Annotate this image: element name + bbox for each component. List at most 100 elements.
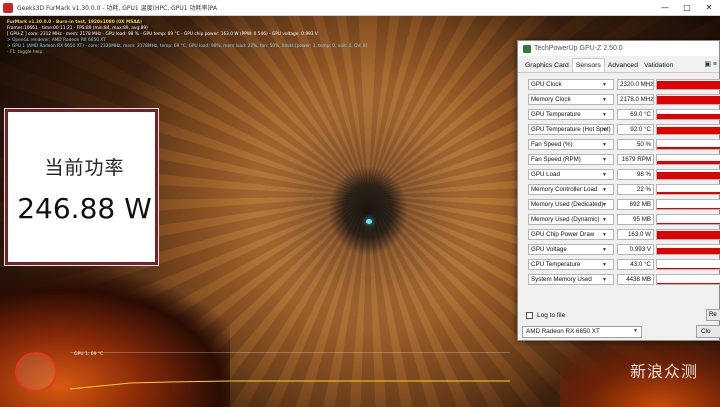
log-to-file-label: Log to file xyxy=(537,312,566,319)
sensor-graph-fill xyxy=(657,231,720,239)
sensor-row: GPU Temperature (Hot Spot) ▼ 92.0 °C xyxy=(522,122,720,137)
sensor-graph xyxy=(656,94,720,105)
chevron-down-icon[interactable]: ▼ xyxy=(602,172,607,178)
sensor-value: 98 % xyxy=(617,169,654,180)
power-overlay: 当前功率 246.88 W xyxy=(4,108,159,266)
chevron-down-icon[interactable]: ▼ xyxy=(602,157,607,163)
device-select[interactable]: AMD Radeon RX 6650 XT ▼ xyxy=(522,326,642,338)
sensor-value: 2178.0 MHz xyxy=(617,94,654,105)
tab-graphics-card[interactable]: Graphics Card xyxy=(522,59,572,72)
sensor-value: 95 MB xyxy=(617,214,654,225)
sensor-row: GPU Temperature ▼ 69.0 °C xyxy=(522,107,720,122)
sensor-row: Memory Controller Load ▼ 22 % xyxy=(522,182,720,197)
log-to-file-option[interactable]: Log to file xyxy=(526,312,565,319)
sensor-graph xyxy=(656,79,720,90)
tab-validation[interactable]: Validation xyxy=(641,59,676,72)
device-select-value: AMD Radeon RX 6650 XT xyxy=(526,328,600,335)
sensor-graph-fill xyxy=(657,171,720,179)
sensor-row: CPU Temperature ▼ 43.0 °C xyxy=(522,257,720,272)
sensor-graph-fill xyxy=(657,223,720,224)
sensor-value: 163.0 W xyxy=(617,229,654,240)
gpuz-window: TechPowerUp GPU-Z 2.50.0 Graphics Card S… xyxy=(517,40,720,341)
chevron-down-icon[interactable]: ▼ xyxy=(602,127,607,133)
power-value: 246.88 W xyxy=(17,192,152,225)
sensor-value: 22 % xyxy=(617,184,654,195)
sensor-value: 92.0 °C xyxy=(617,124,654,135)
chevron-down-icon[interactable]: ▼ xyxy=(602,202,607,208)
watermark: 新浪众测 xyxy=(630,362,699,381)
maximize-icon[interactable]: □ xyxy=(676,0,698,16)
sensor-graph-fill xyxy=(657,96,720,104)
sensor-value: 50 % xyxy=(617,139,654,150)
chevron-down-icon[interactable]: ▼ xyxy=(602,112,607,118)
sensor-value: 0.993 V xyxy=(617,244,654,255)
sensor-graph-fill xyxy=(657,114,720,119)
sensor-row: GPU Chip Power Draw ▼ 163.0 W xyxy=(522,227,720,242)
temperature-graph-svg xyxy=(70,380,510,390)
tab-sensors[interactable]: Sensors xyxy=(571,58,605,72)
sensor-graph-fill xyxy=(657,282,720,284)
sensor-row: Fan Speed (RPM) ▼ 1679 RPM xyxy=(522,152,720,167)
sensor-value: 1679 RPM xyxy=(617,154,654,165)
sensor-row: System Memory Used ▼ 4438 MB xyxy=(522,272,720,287)
sensor-list: GPU Clock ▼ 2320.0 MHz Memory Clock ▼ 2178.0 … xyxy=(522,77,720,287)
gpuz-tabs: Graphics Card Sensors Advanced Validatio… xyxy=(518,56,719,73)
sensor-graph xyxy=(656,244,720,255)
sensor-value: 69.0 °C xyxy=(617,109,654,120)
close-button[interactable]: Clo xyxy=(696,325,720,338)
sensor-graph xyxy=(656,109,720,120)
gpuz-app-icon xyxy=(523,44,531,53)
osd-line: - F1: toggle help xyxy=(7,50,43,55)
furmark-titlebar: Geeks3D FurMark v1.30.0.0 - 功耗, GPU1 温度(… xyxy=(0,0,720,16)
furmark-logo-icon xyxy=(15,352,57,392)
chevron-down-icon[interactable]: ▼ xyxy=(602,187,607,193)
close-icon[interactable]: ✕ xyxy=(698,0,720,16)
log-to-file-checkbox[interactable] xyxy=(526,312,533,319)
sensor-graph xyxy=(656,214,720,225)
temperature-graph-line xyxy=(70,380,510,390)
gpuz-title: TechPowerUp GPU-Z 2.50.0 xyxy=(534,45,623,52)
sensor-graph xyxy=(656,199,720,210)
tab-advanced[interactable]: Advanced xyxy=(605,59,641,72)
sensor-graph-fill xyxy=(657,267,720,269)
sensor-value: 4438 MB xyxy=(617,274,654,285)
sensor-graph xyxy=(656,259,720,270)
sensor-graph xyxy=(656,124,720,135)
sensor-row: Fan Speed (%) ▼ 50 % xyxy=(522,137,720,152)
reset-button[interactable]: Re xyxy=(706,309,720,321)
sensor-graph-fill xyxy=(657,146,720,149)
sensor-graph xyxy=(656,274,720,285)
temperature-graph: GPU 1: 69 °C xyxy=(70,352,510,392)
sensor-row: Memory Used (Dynamic) ▼ 95 MB xyxy=(522,212,720,227)
chevron-down-icon: ▼ xyxy=(633,328,638,334)
sensor-graph xyxy=(656,154,720,165)
sensor-row: GPU Voltage ▼ 0.993 V xyxy=(522,242,720,257)
chevron-down-icon[interactable]: ▼ xyxy=(602,277,607,283)
osd-line: > GPU 1 (AMD Radeon RX 6650 XT) - core: … xyxy=(7,44,368,49)
sensor-graph-fill xyxy=(657,80,720,89)
sensor-graph-fill xyxy=(657,192,720,194)
furmark-osd: FurMark v1.30.0.0 - Burn-in test, 1920x1… xyxy=(7,20,367,56)
chevron-down-icon[interactable]: ▼ xyxy=(602,247,607,253)
sensor-graph xyxy=(656,229,720,240)
chevron-down-icon[interactable]: ▼ xyxy=(602,82,607,88)
sensor-graph xyxy=(656,169,720,180)
chevron-down-icon[interactable]: ▼ xyxy=(602,232,607,238)
chevron-down-icon[interactable]: ▼ xyxy=(602,97,607,103)
sensor-graph-fill xyxy=(657,160,720,164)
power-label: 当前功率 xyxy=(44,157,125,179)
sensor-value: 43.0 °C xyxy=(617,259,654,270)
sensor-row: Memory Clock ▼ 2178.0 MHz xyxy=(522,92,720,107)
furmark-app-icon xyxy=(3,2,13,13)
chevron-down-icon[interactable]: ▼ xyxy=(602,217,607,223)
sensor-graph xyxy=(656,184,720,195)
sensor-value: 2320.0 MHz xyxy=(617,79,654,90)
minimize-icon[interactable]: — xyxy=(654,0,676,16)
camera-icon[interactable]: ▣ ≡ xyxy=(704,60,717,68)
creature-eye xyxy=(366,219,372,224)
sensor-graph-fill xyxy=(657,126,720,134)
sensor-graph-fill xyxy=(657,208,720,209)
chevron-down-icon[interactable]: ▼ xyxy=(602,262,607,268)
chevron-down-icon[interactable]: ▼ xyxy=(602,142,607,148)
gpuz-titlebar: TechPowerUp GPU-Z 2.50.0 xyxy=(518,41,719,56)
